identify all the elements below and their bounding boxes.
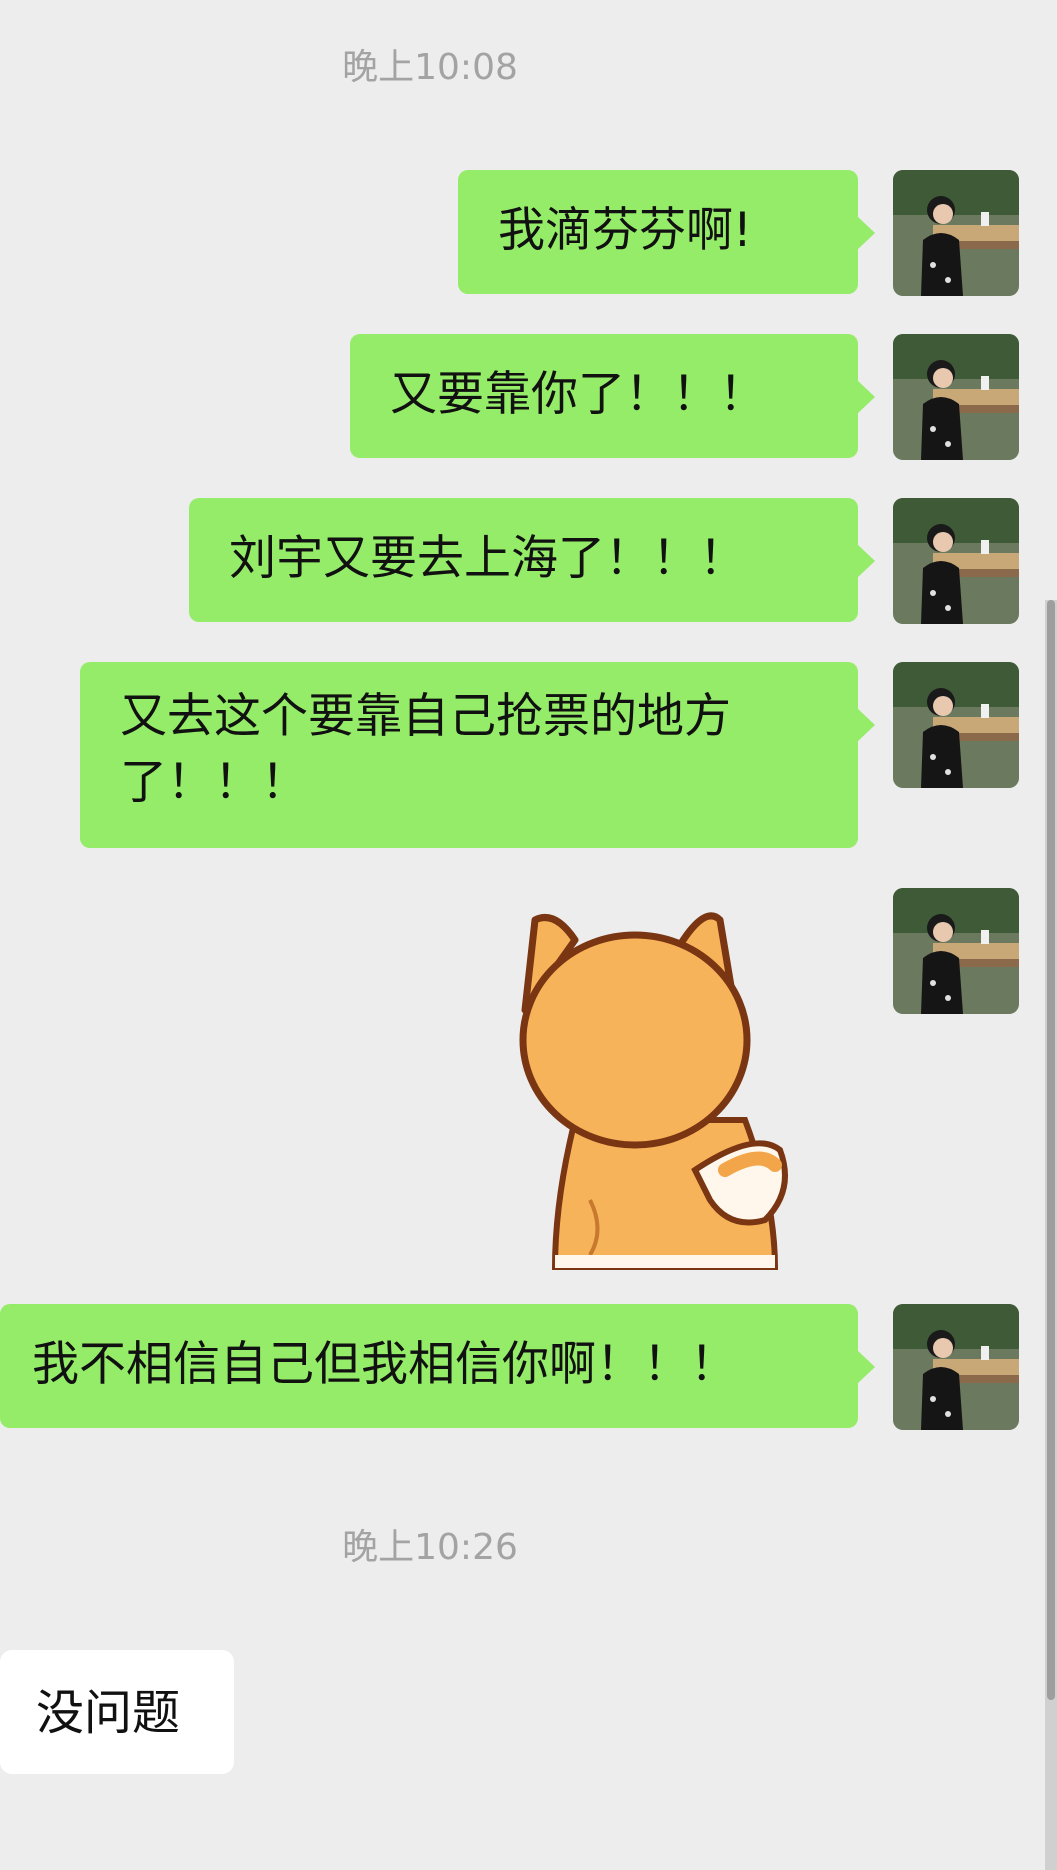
chat-timestamp: 晚上10:08: [342, 47, 518, 88]
outgoing-message-bubble[interactable]: 刘宇又要去上海了！！！: [189, 498, 875, 622]
avatar-photo-icon: [893, 1304, 1019, 1430]
incoming-message-bubble[interactable]: 没问题: [0, 1650, 234, 1774]
avatar-photo-icon: [893, 170, 1019, 296]
outgoing-message-bubble[interactable]: 我不相信自己但我相信你啊！！！: [0, 1304, 875, 1428]
sticker-message[interactable]: [495, 900, 795, 1271]
avatar[interactable]: [893, 1304, 1019, 1430]
avatar-photo-icon: [893, 498, 1019, 624]
outgoing-message-bubble[interactable]: 又要靠你了！！！: [350, 334, 875, 458]
outgoing-message-bubble[interactable]: 又去这个要靠自己抢票的地方 了！！！: [80, 662, 875, 848]
avatar[interactable]: [893, 662, 1019, 788]
avatar[interactable]: [893, 888, 1019, 1014]
avatar-photo-icon: [893, 334, 1019, 460]
avatar[interactable]: [893, 170, 1019, 296]
avatar[interactable]: [893, 334, 1019, 460]
shiba-dog-sticker-icon: [519, 912, 788, 1271]
scrollbar-thumb[interactable]: [1047, 600, 1055, 1700]
chat-timestamp: 晚上10:26: [342, 1527, 518, 1568]
chat-message-list[interactable]: 晚上10:08 我滴芬芬啊! 又要靠你了！！！ 刘宇又要去上海了！！！ 又去这个…: [0, 0, 1057, 1870]
outgoing-message-bubble[interactable]: 我滴芬芬啊!: [458, 170, 875, 294]
avatar-photo-icon: [893, 888, 1019, 1014]
avatar-photo-icon: [893, 662, 1019, 788]
avatar[interactable]: [893, 498, 1019, 624]
